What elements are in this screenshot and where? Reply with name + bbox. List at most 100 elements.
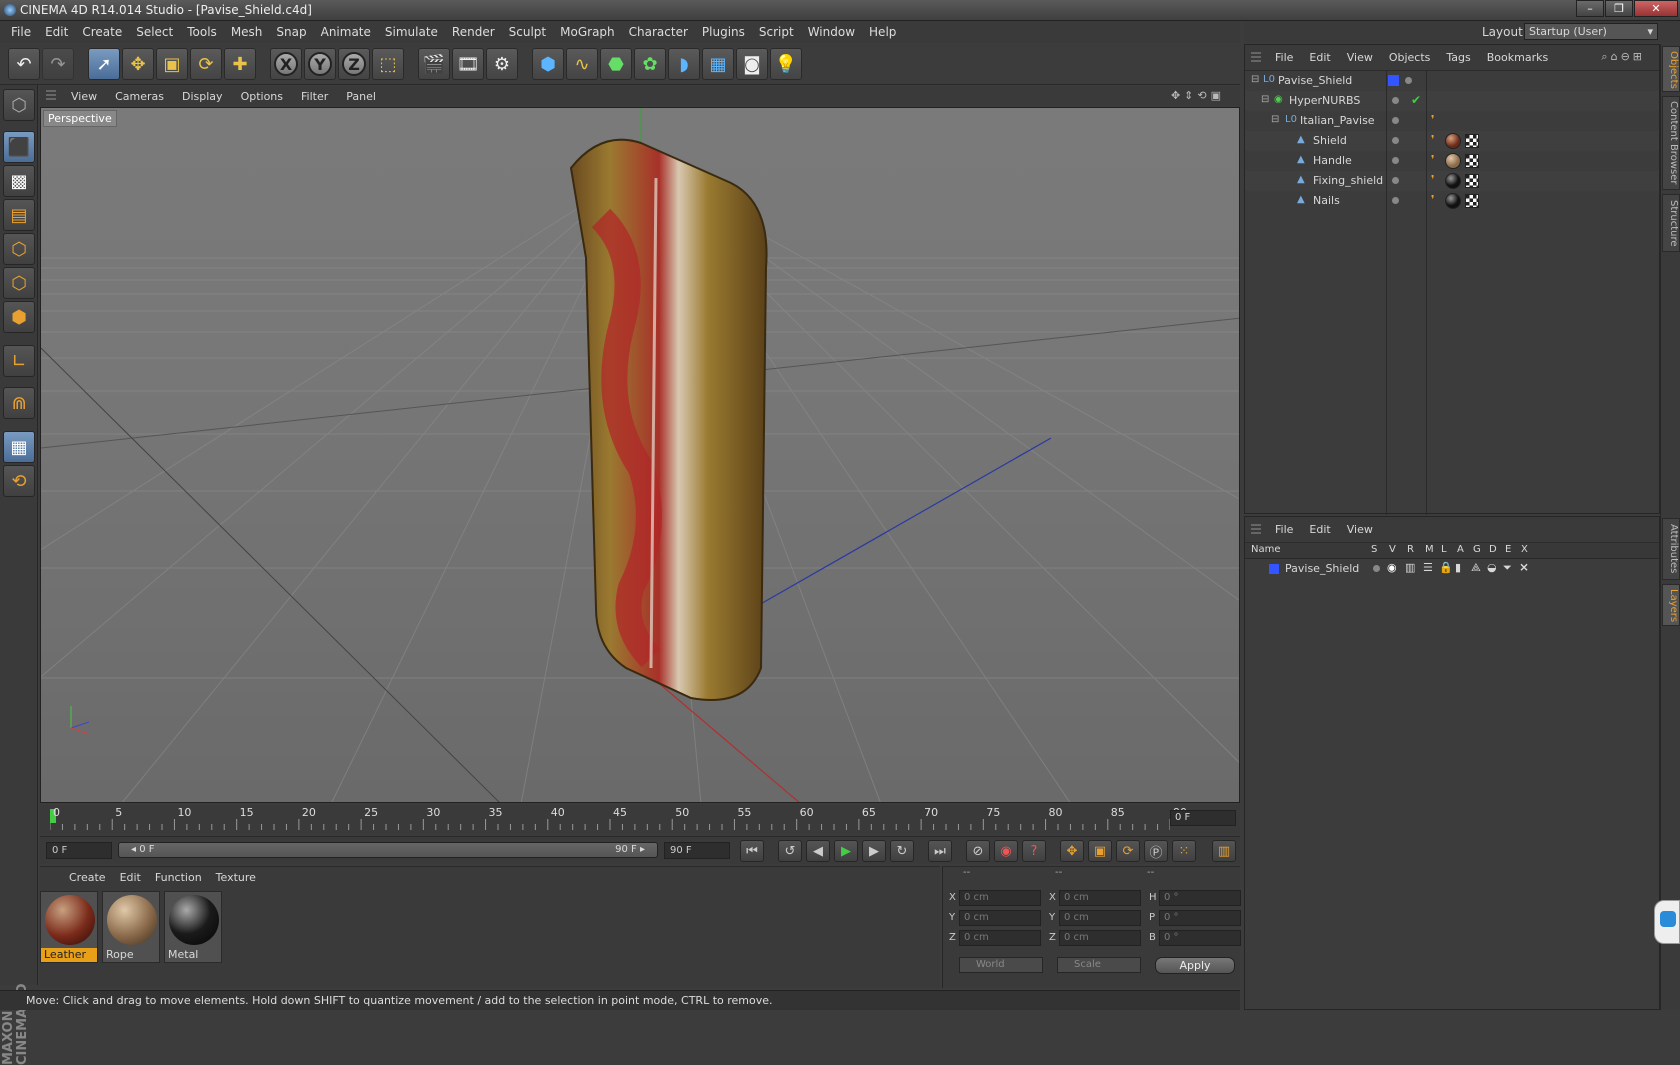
menu-animate[interactable]: Animate — [314, 25, 378, 39]
close-button[interactable]: ✕ — [1634, 0, 1678, 17]
x-axis-lock-icon[interactable]: X — [270, 48, 302, 80]
object-row-nails[interactable]: ▲ Nails ❜ — [1245, 191, 1659, 211]
z-axis-lock-icon[interactable]: Z — [338, 48, 370, 80]
rotation-h-field[interactable]: 0 ° — [1159, 889, 1241, 906]
menu-mograph[interactable]: MoGraph — [553, 25, 622, 39]
size-y-field[interactable]: 0 cm — [1059, 909, 1141, 926]
rotation-b-field[interactable]: 0 ° — [1159, 929, 1241, 946]
light-icon[interactable]: 💡 — [770, 48, 802, 80]
record-scale-icon[interactable]: ▣ — [1088, 840, 1112, 862]
phong-tag-icon[interactable]: ❜ — [1431, 174, 1443, 186]
recent-tool-icon[interactable]: ✚ — [224, 48, 256, 80]
collapse-icon[interactable]: ⊟ — [1261, 95, 1271, 105]
previous-key-icon[interactable]: ↺ — [778, 840, 802, 862]
size-mode-dropdown[interactable]: Scale — [1057, 957, 1141, 973]
teamviewer-helper-icon[interactable] — [1654, 900, 1680, 944]
scale-icon[interactable]: ▣ — [156, 48, 188, 80]
rotate-icon[interactable]: ⟳ — [190, 48, 222, 80]
object-row-hypernurbs[interactable]: ⊟ ◉ HyperNURBS ✔ — [1245, 91, 1659, 111]
keyframe-selection-icon[interactable]: ? — [1022, 840, 1046, 862]
visibility-dot[interactable] — [1392, 197, 1399, 204]
menu-mesh[interactable]: Mesh — [224, 25, 270, 39]
apply-button[interactable]: Apply — [1155, 957, 1235, 974]
tab-objects[interactable]: Objects — [1662, 46, 1680, 92]
layer-deformer-icon[interactable]: ◒ — [1487, 561, 1497, 574]
menu-plugins[interactable]: Plugins — [695, 25, 752, 39]
record-point-level-icon[interactable]: ⁙ — [1172, 840, 1196, 862]
layer-manager-icon[interactable]: ☰ — [1423, 561, 1433, 574]
viewport-navigation-icons[interactable]: ✥⇕⟲▣ — [1162, 89, 1234, 102]
viewport-menu-view[interactable]: View — [62, 90, 106, 103]
redo-icon[interactable]: ↷ — [42, 48, 74, 80]
layer-col-generators[interactable]: G — [1473, 544, 1481, 555]
menu-sculpt[interactable]: Sculpt — [502, 25, 553, 39]
go-to-end-icon[interactable]: ⏭ — [928, 840, 952, 862]
layer-color-swatch[interactable] — [1269, 564, 1279, 574]
object-menu-objects[interactable]: Objects — [1381, 51, 1439, 64]
spline-icon[interactable]: ∿ — [566, 48, 598, 80]
viewport-camera-label[interactable]: Perspective — [43, 110, 117, 127]
coordinate-space-dropdown[interactable]: World — [959, 957, 1043, 973]
layer-animation-icon[interactable]: ▮ — [1455, 561, 1461, 574]
object-menu-bookmarks[interactable]: Bookmarks — [1479, 51, 1556, 64]
autokey-icon[interactable]: ◉ — [994, 840, 1018, 862]
menu-select[interactable]: Select — [129, 25, 180, 39]
column-divider[interactable] — [1386, 71, 1387, 515]
position-y-field[interactable]: 0 cm — [959, 909, 1041, 926]
material-menu-create[interactable]: Create — [62, 871, 113, 884]
viewport-menu-options[interactable]: Options — [232, 90, 292, 103]
array-icon[interactable]: ✿ — [634, 48, 666, 80]
menu-tools[interactable]: Tools — [180, 25, 224, 39]
layer-color-swatch[interactable] — [1388, 75, 1399, 86]
object-menu-tags[interactable]: Tags — [1438, 51, 1478, 64]
snap-magnet-icon[interactable]: ⋒ — [3, 387, 35, 419]
visibility-dot[interactable] — [1405, 77, 1412, 84]
live-selection-icon[interactable]: ➚ — [88, 48, 120, 80]
object-row-shield[interactable]: ▲ Shield ❜ — [1245, 131, 1659, 151]
next-key-icon[interactable]: ↻ — [890, 840, 914, 862]
panel-grip-icon[interactable] — [46, 90, 56, 102]
material-menu-edit[interactable]: Edit — [113, 871, 148, 884]
visibility-dot[interactable] — [1392, 157, 1399, 164]
undo-icon[interactable]: ↶ — [8, 48, 40, 80]
viewport-menu-cameras[interactable]: Cameras — [106, 90, 173, 103]
material-swatch-rope[interactable]: Rope — [102, 891, 160, 963]
phong-tag-icon[interactable]: ❜ — [1431, 114, 1443, 126]
timeline-window-icon[interactable]: ▥ — [1212, 840, 1236, 862]
menu-file[interactable]: File — [4, 25, 38, 39]
layer-col-xref[interactable]: X — [1521, 544, 1528, 555]
uvw-tag-icon[interactable] — [1465, 154, 1479, 168]
layer-menu-edit[interactable]: Edit — [1301, 523, 1338, 536]
collapse-icon[interactable]: ⊟ — [1271, 115, 1281, 125]
layer-menu-file[interactable]: File — [1267, 523, 1301, 536]
layer-col-deformers[interactable]: D — [1489, 544, 1497, 555]
record-active-icon[interactable]: ⊘ — [966, 840, 990, 862]
size-z-field[interactable]: 0 cm — [1059, 929, 1141, 946]
camera-icon[interactable]: ◙ — [736, 48, 768, 80]
menu-script[interactable]: Script — [752, 25, 801, 39]
layer-col-view[interactable]: V — [1389, 544, 1396, 555]
nurbs-icon[interactable]: ⬣ — [600, 48, 632, 80]
viewport-menu-display[interactable]: Display — [173, 90, 232, 103]
visibility-dot[interactable] — [1392, 177, 1399, 184]
timeline-ruler[interactable]: 051015202530354045505560657075808590 0 F — [40, 805, 1240, 835]
tab-structure[interactable]: Structure — [1662, 194, 1680, 252]
object-row-handle[interactable]: ▲ Handle ❜ — [1245, 151, 1659, 171]
coordinate-system-icon[interactable]: ⬚ — [372, 48, 404, 80]
floor-icon[interactable]: ▦ — [702, 48, 734, 80]
object-row-pavise-shield[interactable]: ⊟ L0 Pavise_Shield — [1245, 71, 1659, 91]
render-view-icon[interactable]: 🎬 — [418, 48, 450, 80]
uvw-tag-icon[interactable] — [1465, 134, 1479, 148]
uvw-tag-icon[interactable] — [1465, 194, 1479, 208]
layer-col-manager[interactable]: M — [1425, 544, 1434, 555]
y-axis-lock-icon[interactable]: Y — [304, 48, 336, 80]
tab-content-browser[interactable]: Content Browser — [1662, 96, 1680, 190]
minimize-button[interactable]: – — [1576, 0, 1604, 17]
rotation-p-field[interactable]: 0 ° — [1159, 909, 1241, 926]
model-mode-icon[interactable]: ⬛ — [3, 131, 35, 163]
menu-create[interactable]: Create — [75, 25, 129, 39]
material-tag-icon[interactable] — [1445, 153, 1461, 169]
object-menu-edit[interactable]: Edit — [1301, 51, 1338, 64]
start-frame-field[interactable]: 0 F — [46, 842, 112, 859]
planar-workplane-icon[interactable]: ⟲ — [3, 465, 35, 497]
